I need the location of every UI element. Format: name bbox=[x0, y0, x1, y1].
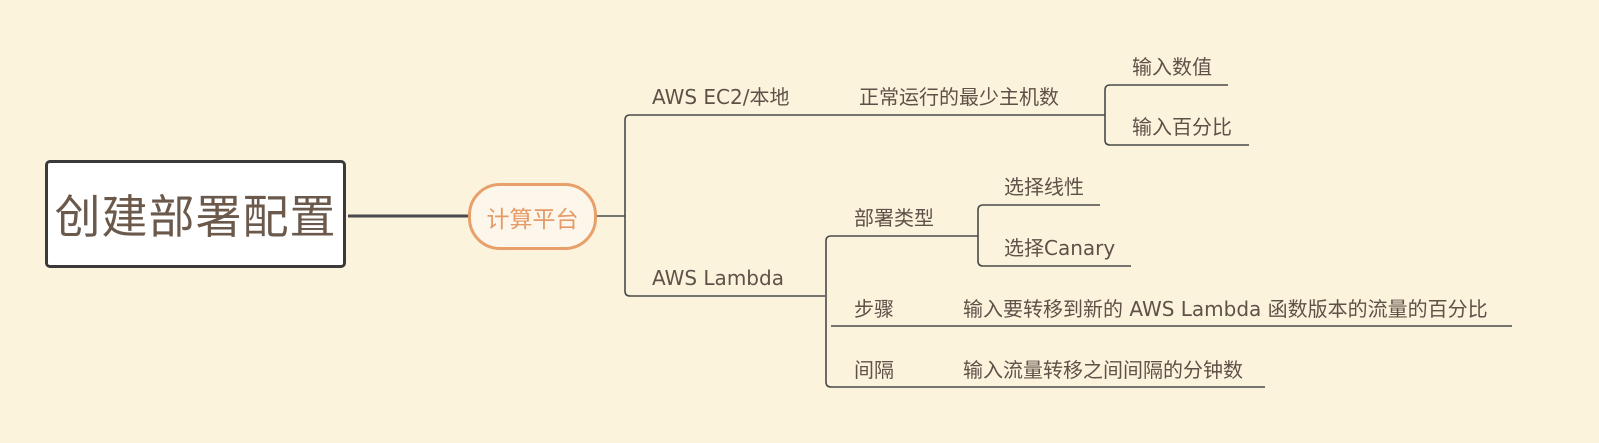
step-detail[interactable]: 输入要转移到新的 AWS Lambda 函数版本的流量的百分比 bbox=[963, 297, 1488, 321]
mind-map-canvas: 创建部署配置 计算平台 AWS EC2/本地 正常运行的最少主机数 输入数值 输… bbox=[0, 0, 1599, 443]
step-label[interactable]: 步骤 bbox=[854, 297, 894, 321]
root-node[interactable]: 创建部署配置 bbox=[45, 160, 346, 268]
lambda-label[interactable]: AWS Lambda bbox=[652, 266, 784, 290]
platform-label: 计算平台 bbox=[486, 206, 579, 233]
root-label: 创建部署配置 bbox=[54, 190, 337, 244]
deploy-option-linear[interactable]: 选择线性 bbox=[1004, 175, 1084, 199]
deploy-option-canary[interactable]: 选择Canary bbox=[1004, 236, 1115, 260]
ec2-option-percent[interactable]: 输入百分比 bbox=[1132, 115, 1232, 139]
min-hosts-label[interactable]: 正常运行的最少主机数 bbox=[859, 85, 1059, 109]
interval-detail[interactable]: 输入流量转移之间间隔的分钟数 bbox=[963, 358, 1243, 382]
ec2-label[interactable]: AWS EC2/本地 bbox=[652, 85, 789, 109]
deploy-type-label[interactable]: 部署类型 bbox=[854, 206, 934, 230]
platform-node[interactable]: 计算平台 bbox=[468, 183, 597, 250]
interval-label[interactable]: 间隔 bbox=[854, 358, 894, 382]
ec2-option-number[interactable]: 输入数值 bbox=[1132, 55, 1212, 79]
